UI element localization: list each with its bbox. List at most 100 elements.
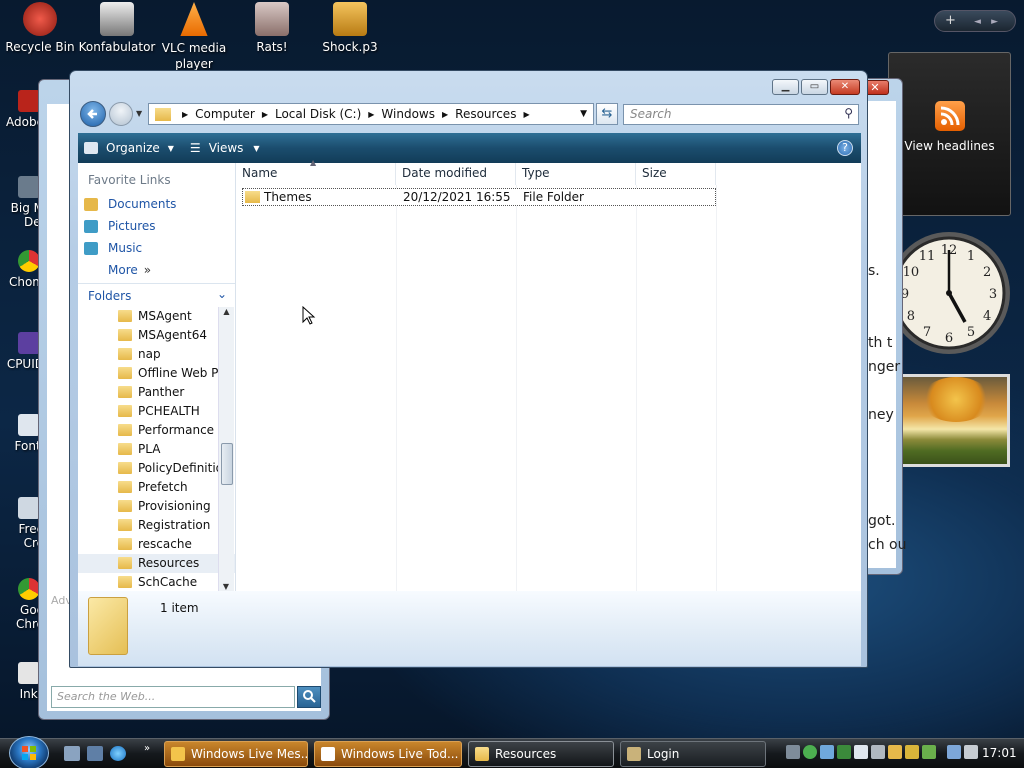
refresh-button[interactable]: ⇆ <box>596 103 618 125</box>
breadcrumb-resources[interactable]: Resources <box>455 107 516 121</box>
desktop-icon-rats[interactable]: Rats! <box>232 2 312 54</box>
pictures-folder-icon <box>84 219 98 233</box>
folders-header[interactable]: Folders ⌄ <box>78 283 235 305</box>
chevron-right-icon[interactable]: ▶ <box>442 110 448 119</box>
chevron-right-icon[interactable]: ▶ <box>523 110 529 119</box>
network-tray-icon[interactable] <box>820 745 834 759</box>
taskbar-button-login[interactable]: Login <box>620 741 766 767</box>
breadcrumb-windows[interactable]: Windows <box>381 107 435 121</box>
file-list: Name ▲ Date modified Type Size Themes 20/… <box>236 158 861 591</box>
tray-icon[interactable] <box>922 745 936 759</box>
volume-icon[interactable] <box>964 745 978 759</box>
tray-icon[interactable] <box>888 745 902 759</box>
taskbar-button-resources[interactable]: Resources <box>468 741 614 767</box>
folder-tree-item[interactable]: Registration <box>78 516 235 535</box>
desktop-icon-label: VLC media player <box>161 41 227 71</box>
address-dropdown-icon[interactable]: ▼ <box>580 109 587 119</box>
folder-tree-item[interactable]: Performance <box>78 421 235 440</box>
folder-tree-item[interactable]: PolicyDefinitio <box>78 459 235 478</box>
favorite-link-more[interactable]: More» <box>78 259 235 281</box>
chevron-right-icon[interactable]: ▶ <box>262 110 268 119</box>
column-header-date[interactable]: Date modified <box>396 163 516 185</box>
search-input[interactable]: Search ⚲ <box>623 104 859 125</box>
scroll-thumb[interactable] <box>221 443 233 485</box>
folder-icon <box>155 107 171 121</box>
tray-icon[interactable] <box>837 745 851 759</box>
help-button[interactable]: ? <box>837 140 853 156</box>
breadcrumb-local-disk[interactable]: Local Disk (C:) <box>275 107 361 121</box>
forward-button[interactable] <box>109 102 133 126</box>
favorite-link-documents[interactable]: Documents <box>78 193 235 215</box>
search-icon[interactable]: ⚲ <box>844 106 853 120</box>
display-tray-icon[interactable] <box>947 745 961 759</box>
web-search-button[interactable] <box>297 686 321 708</box>
recent-pages-dropdown[interactable]: ▼ <box>136 109 142 118</box>
column-header-name[interactable]: Name ▲ <box>236 158 396 185</box>
column-header-size[interactable]: Size <box>636 163 716 185</box>
item-count: 1 item <box>160 601 199 615</box>
folder-tree-item[interactable]: Panther <box>78 383 235 402</box>
scroll-down-icon[interactable]: ▼ <box>219 582 233 591</box>
folder-tree-item[interactable]: MSAgent <box>78 307 235 326</box>
taskbar-button-today[interactable]: Windows Live Tod... <box>314 741 462 767</box>
chevron-right-icon[interactable]: ▶ <box>368 110 374 119</box>
tree-scrollbar[interactable]: ▲ ▼ <box>218 307 234 591</box>
folder-tree-item[interactable]: MSAgent64 <box>78 326 235 345</box>
desktop-icon-vlc[interactable]: VLC media player <box>154 2 234 72</box>
folder-tree-item[interactable]: rescache <box>78 535 235 554</box>
file-row[interactable]: Themes 20/12/2021 16:55 File Folder <box>242 188 716 206</box>
back-button[interactable] <box>80 101 106 127</box>
tray-icon[interactable] <box>871 745 885 759</box>
quicklaunch-overflow-icon[interactable]: » <box>144 743 150 754</box>
messenger-tray-icon[interactable] <box>803 745 817 759</box>
next-page-button[interactable]: ► <box>991 17 998 27</box>
breadcrumb-computer[interactable]: Computer <box>195 107 255 121</box>
desktop-icon-recycle-bin[interactable]: Recycle Bin <box>0 2 80 54</box>
folder-tree-item[interactable]: nap <box>78 345 235 364</box>
folder-icon <box>118 500 132 512</box>
tray-icon[interactable] <box>854 745 868 759</box>
folder-tree-item[interactable]: Offline Web Pa <box>78 364 235 383</box>
view-headlines-label[interactable]: View headlines <box>889 139 1010 153</box>
scroll-up-icon[interactable]: ▲ <box>219 307 234 316</box>
maximize-button[interactable]: ▭ <box>801 79 828 95</box>
shortcut-file-icon <box>333 2 367 36</box>
internet-explorer-icon[interactable] <box>110 746 126 761</box>
folder-tree-item[interactable]: PCHEALTH <box>78 402 235 421</box>
desktop-icon-konfabulator[interactable]: Konfabulator <box>77 2 157 54</box>
folder-tree-item[interactable]: Resources <box>78 554 235 573</box>
favorite-link-music[interactable]: Music <box>78 237 235 259</box>
start-button[interactable] <box>9 736 49 768</box>
sort-indicator-icon: ▲ <box>310 158 317 167</box>
taskbar-button-messenger[interactable]: Windows Live Mes... <box>164 741 308 767</box>
views-button[interactable]: ☰ Views ▼ <box>190 141 260 155</box>
tray-icon[interactable] <box>786 745 800 759</box>
explorer-window[interactable]: ▁ ▭ ✕ ▼ ▶ Computer ▶ Local Disk (C:) ▶ W… <box>69 70 868 668</box>
folder-tree-item[interactable]: Provisioning <box>78 497 235 516</box>
organize-button[interactable]: Organize ▼ <box>84 141 174 155</box>
konfabulator-icon <box>100 2 134 36</box>
column-header-type[interactable]: Type <box>516 163 636 185</box>
close-button[interactable]: ✕ <box>830 79 860 95</box>
web-search-input[interactable]: Search the Web... <box>51 686 295 708</box>
address-bar[interactable]: ▶ Computer ▶ Local Disk (C:) ▶ Windows ▶… <box>148 103 594 125</box>
folder-tree-item[interactable]: PLA <box>78 440 235 459</box>
folder-tree-item[interactable]: Prefetch <box>78 478 235 497</box>
clock-gadget[interactable]: 121234567891011 <box>886 230 1012 356</box>
tray-icon[interactable] <box>905 745 919 759</box>
add-gadget-button[interactable]: + <box>945 13 956 28</box>
desktop-icon-label: Rats! <box>256 40 288 54</box>
folder-tree-item[interactable]: SchCache <box>78 573 235 591</box>
login-icon <box>627 747 641 761</box>
switch-windows-icon[interactable] <box>87 746 103 761</box>
folder-tree: MSAgent MSAgent64 nap Offline Web Pa Panther… <box>78 307 235 591</box>
previous-page-button[interactable]: ◄ <box>974 17 981 27</box>
desktop-icon-shock[interactable]: Shock.p3 <box>310 2 390 54</box>
feed-headlines-gadget[interactable]: View headlines <box>888 52 1011 216</box>
taskbar-clock[interactable]: 17:01 <box>982 746 1017 760</box>
minimize-button[interactable]: ▁ <box>772 79 799 95</box>
show-desktop-icon[interactable] <box>64 746 80 761</box>
favorite-link-pictures[interactable]: Pictures <box>78 215 235 237</box>
slideshow-gadget[interactable] <box>888 374 1010 467</box>
chevron-right-icon[interactable]: ▶ <box>182 110 188 119</box>
